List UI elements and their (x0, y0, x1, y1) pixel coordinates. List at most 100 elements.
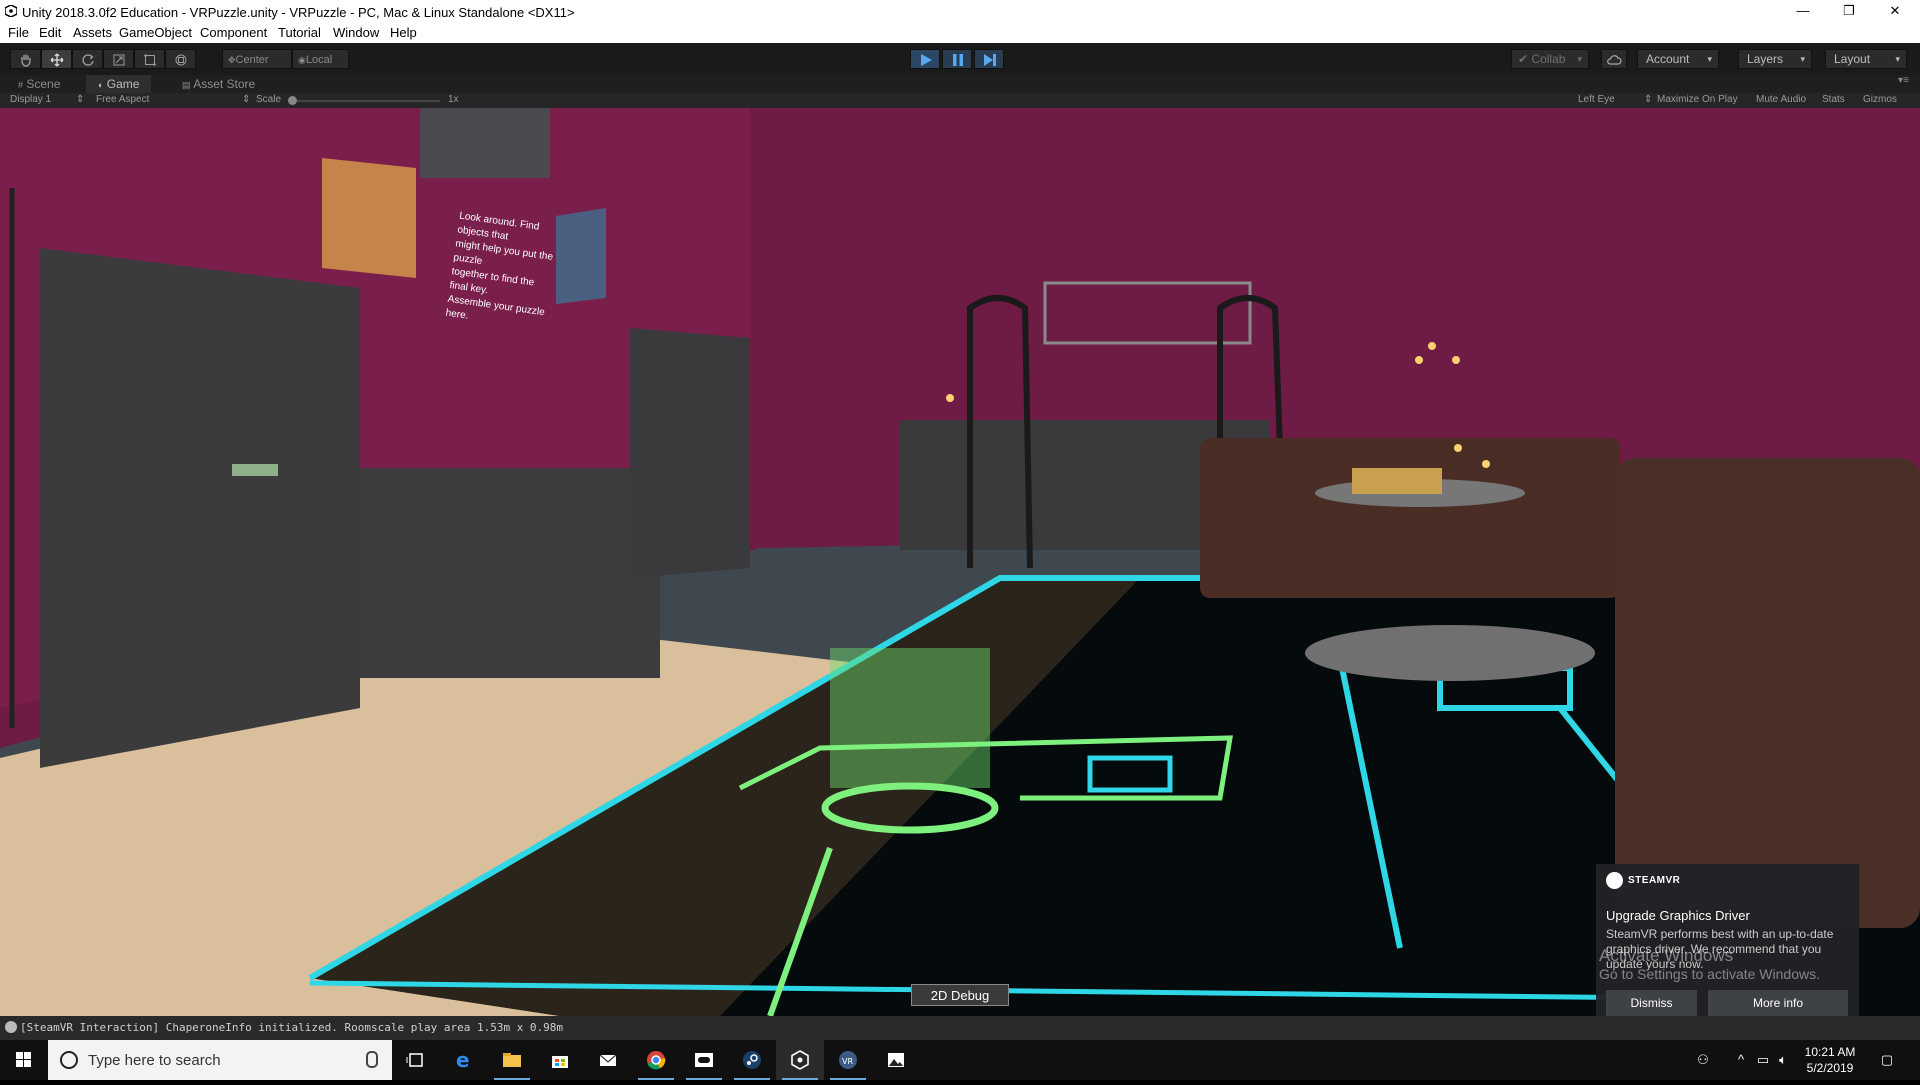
menu-edit[interactable]: Edit (39, 25, 61, 40)
layout-dropdown[interactable]: Layout ▾ (1825, 49, 1907, 69)
tab-asset-store-label: Asset Store (193, 77, 256, 91)
maximize-on-play-toggle[interactable]: Maximize On Play (1657, 94, 1738, 105)
console-status-bar[interactable]: [SteamVR Interaction] ChaperoneInfo init… (0, 1016, 1920, 1040)
more-info-button[interactable]: More info (1708, 990, 1848, 1016)
scale-slider-thumb[interactable] (288, 96, 297, 105)
network-icon[interactable]: ▭ (1756, 1053, 1770, 1067)
tab-menu-icon[interactable]: ▾≡ (1898, 75, 1909, 86)
mail-app[interactable] (584, 1040, 632, 1080)
display-dropdown[interactable]: Display 1 (10, 94, 51, 105)
sofa (1200, 438, 1620, 598)
account-dropdown[interactable]: Account ▾ (1637, 49, 1719, 69)
pause-button[interactable] (942, 49, 972, 69)
pivot-label: Center (235, 54, 269, 66)
system-clock[interactable]: 10:21 AM 5/2/2019 (1800, 1044, 1860, 1076)
play-button[interactable] (910, 49, 940, 69)
menu-tutorial[interactable]: Tutorial (278, 25, 321, 40)
store-tab-icon: ▤ (182, 80, 191, 90)
microphone-icon[interactable] (366, 1051, 378, 1068)
chevron-up-icon[interactable]: ^ (1734, 1053, 1748, 1067)
scale-icon (113, 54, 124, 66)
task-view-button[interactable] (392, 1040, 440, 1080)
tab-game-label: Game (106, 77, 140, 91)
scene-tab-icon: # (18, 80, 24, 90)
pivot-center-button[interactable]: ✥Center (222, 49, 292, 69)
chrome-icon (647, 1051, 666, 1070)
file-explorer-app[interactable] (488, 1040, 536, 1080)
gizmos-dropdown[interactable]: Gizmos (1863, 94, 1897, 105)
book (232, 464, 278, 476)
pivot-local-button[interactable]: ◉Local (292, 49, 349, 69)
cloud-button[interactable] (1601, 49, 1627, 69)
layers-dropdown[interactable]: Layers ▾ (1738, 49, 1812, 69)
menu-gameobject[interactable]: GameObject (119, 25, 192, 40)
scale-value: 1x (448, 94, 459, 105)
dismiss-button[interactable]: Dismiss (1606, 990, 1697, 1016)
task-view-icon (406, 1053, 423, 1067)
store-app[interactable] (536, 1040, 584, 1080)
scale-tool-button[interactable] (103, 49, 134, 69)
menu-assets[interactable]: Assets (73, 25, 112, 40)
puzzle-box (1352, 468, 1442, 494)
collab-label: Collab (1531, 52, 1566, 66)
mail-icon (599, 1054, 617, 1066)
chrome-app[interactable] (632, 1040, 680, 1080)
chevron-updown-icon: ⇕ (242, 94, 251, 105)
menu-bar: File Edit Assets GameObject Component Tu… (0, 24, 1920, 43)
pivot-icon: ✥ (228, 55, 236, 65)
mute-audio-toggle[interactable]: Mute Audio (1756, 94, 1806, 105)
steamvr-notification: STEAMVR Upgrade Graphics Driver SteamVR … (1596, 864, 1859, 1016)
view-tab-bar: # Scene ◐ Game ▤ Asset Store ▾≡ (0, 75, 1920, 93)
minimize-button[interactable]: — (1780, 0, 1826, 24)
clock-date: 5/2/2019 (1806, 1061, 1854, 1075)
window-title: Unity 2018.3.0f2 Education - VRPuzzle.un… (22, 5, 575, 20)
menu-component[interactable]: Component (200, 25, 267, 40)
chevron-down-icon: ▾ (1895, 54, 1900, 64)
tab-scene-label: Scene (26, 77, 61, 91)
oculus-icon (695, 1053, 713, 1067)
folder-icon (503, 1053, 521, 1067)
photos-app[interactable] (872, 1040, 920, 1080)
wall-instruction-text: Look around. Find objects that might hel… (445, 210, 560, 335)
transform-tool-button[interactable] (165, 49, 196, 69)
steam-app[interactable] (728, 1040, 776, 1080)
tab-game[interactable]: ◐ Game (86, 75, 152, 93)
maximize-button[interactable]: ❐ (1826, 0, 1872, 24)
aspect-dropdown[interactable]: Free Aspect (96, 94, 149, 105)
oculus-app[interactable] (680, 1040, 728, 1080)
tab-asset-store[interactable]: ▤ Asset Store (170, 75, 267, 93)
play-icon (921, 54, 932, 66)
menu-help[interactable]: Help (390, 25, 417, 40)
step-button[interactable] (974, 49, 1004, 69)
unity-app[interactable] (776, 1040, 824, 1080)
eye-dropdown[interactable]: Left Eye (1578, 94, 1615, 105)
edge-app[interactable]: e (440, 1040, 488, 1080)
rotate-icon (81, 54, 94, 66)
volume-icon[interactable]: 🔈︎ (1776, 1053, 1790, 1067)
local-icon: ◉ (298, 55, 306, 65)
rect-tool-button[interactable] (134, 49, 165, 69)
steamvr-icon: VR (839, 1051, 857, 1069)
cortana-icon (60, 1051, 78, 1069)
scale-slider[interactable] (288, 96, 440, 105)
move-icon (50, 53, 63, 67)
hand-tool-button[interactable] (10, 49, 41, 69)
taskbar-search-box[interactable]: Type here to search (48, 1040, 392, 1080)
menu-window[interactable]: Window (333, 25, 379, 40)
people-icon[interactable]: ⚇ (1696, 1053, 1710, 1067)
2d-debug-button[interactable]: 2D Debug (911, 984, 1009, 1006)
menu-file[interactable]: File (8, 25, 29, 40)
collab-dropdown[interactable]: ✔ Collab ▾ (1511, 49, 1589, 69)
chevron-down-icon: ▾ (1577, 54, 1582, 64)
stats-toggle[interactable]: Stats (1822, 94, 1845, 105)
close-button[interactable]: ✕ (1872, 0, 1918, 24)
rotate-tool-button[interactable] (72, 49, 103, 69)
action-center-icon[interactable]: ▢ (1880, 1053, 1894, 1067)
steamvr-logo-icon (1606, 872, 1623, 889)
svg-text:VR: VR (842, 1057, 853, 1066)
tab-scene[interactable]: # Scene (6, 75, 72, 93)
start-button[interactable] (0, 1040, 48, 1080)
steamvr-app[interactable]: VR (824, 1040, 872, 1080)
move-tool-button[interactable] (41, 49, 72, 69)
status-message: [SteamVR Interaction] ChaperoneInfo init… (20, 1021, 564, 1034)
